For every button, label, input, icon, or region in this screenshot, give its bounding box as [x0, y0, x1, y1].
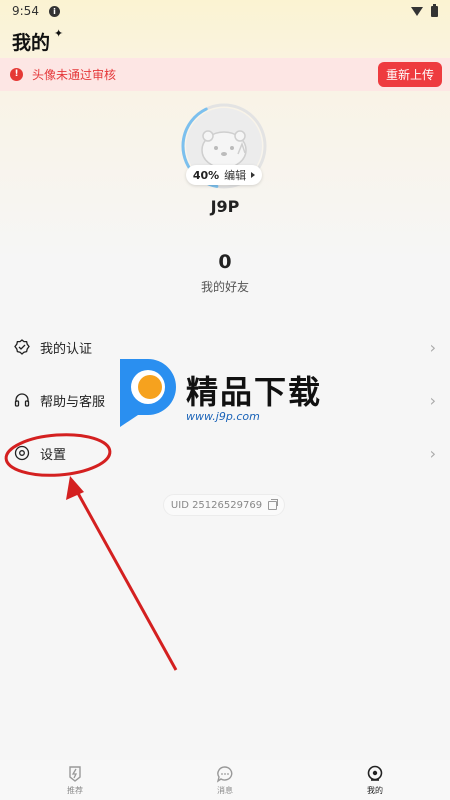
watermark: 精品下载 www.j9p.com	[106, 355, 356, 430]
chevron-right-icon: ›	[429, 443, 436, 463]
profile-icon	[367, 765, 383, 781]
verified-check-icon	[14, 339, 30, 355]
menu-item-label: 帮助与客服	[40, 394, 106, 410]
alert-icon: !	[10, 68, 23, 81]
wifi-icon	[411, 6, 423, 16]
play-arrow-icon	[251, 172, 256, 178]
info-icon: i	[48, 5, 60, 17]
chat-icon	[216, 765, 233, 783]
copy-icon[interactable]	[268, 498, 279, 510]
status-time: 9:54	[12, 4, 39, 18]
status-indicators	[411, 3, 438, 17]
watermark-title: 精品下载	[186, 373, 323, 411]
tab-mine[interactable]: 我的	[335, 765, 415, 796]
reupload-button[interactable]: 重新上传	[377, 62, 442, 87]
username: J9P	[210, 197, 240, 216]
menu-item-label: 设置	[40, 447, 67, 463]
battery-icon	[431, 3, 438, 17]
uid-text: UID 25126529769	[170, 499, 263, 511]
page-title: 我的	[12, 32, 51, 54]
bottom-tab-bar: 推荐 消息 我的	[0, 760, 450, 800]
profile-completion-pill[interactable]: 40% 编辑	[186, 165, 262, 185]
uid-pill[interactable]: UID 25126529769	[163, 494, 285, 516]
annotation-arrow-head	[66, 476, 84, 500]
sparkle-icon: ✦	[54, 27, 64, 40]
menu-item-settings[interactable]: 设置 ›	[0, 433, 450, 473]
tab-messages[interactable]: 消息	[185, 765, 265, 796]
tab-recommend[interactable]: 推荐	[35, 765, 115, 796]
tab-label: 我的	[367, 785, 383, 795]
settings-icon	[14, 445, 30, 461]
edit-profile-link[interactable]: 编辑	[224, 167, 246, 183]
tab-label: 推荐	[67, 785, 83, 795]
chevron-right-icon: ›	[429, 337, 436, 357]
annotation-arrow-line	[72, 485, 178, 671]
lightning-icon	[69, 765, 81, 782]
status-bar: 9:54 i	[0, 0, 450, 22]
menu-item-label: 我的认证	[40, 341, 93, 357]
avatar-review-alert: ! 头像未通过审核 重新上传	[0, 58, 450, 91]
tab-label: 消息	[217, 785, 233, 795]
headset-icon	[14, 392, 30, 408]
chevron-right-icon: ›	[429, 390, 436, 410]
watermark-url: www.j9p.com	[186, 410, 260, 423]
friend-count[interactable]: 0	[0, 251, 450, 273]
alert-message: 头像未通过审核	[32, 68, 117, 82]
friend-label[interactable]: 我的好友	[0, 278, 450, 295]
watermark-logo-icon	[120, 359, 176, 427]
completion-percent: 40%	[192, 168, 220, 182]
